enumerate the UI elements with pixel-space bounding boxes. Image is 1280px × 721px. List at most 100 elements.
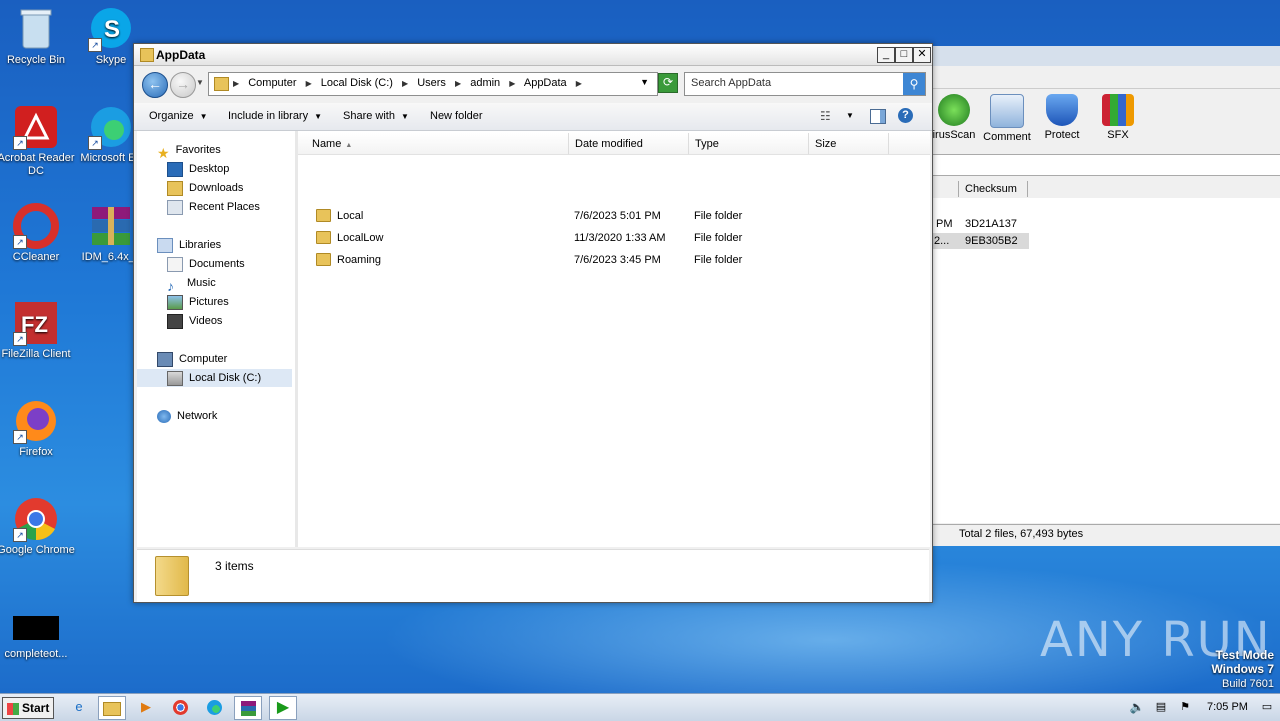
nav-item-pictures[interactable]: Pictures [167,293,229,311]
explorer-window[interactable]: AppData _ □ ✕ ← → ▼ ▶ Computer ▶ Local D… [133,43,933,603]
network-tray-icon[interactable]: ▤ [1148,696,1174,718]
nav-item-computer[interactable]: Computer [157,350,227,368]
desktop-icon-completeot[interactable]: completeot... [0,612,75,661]
folder-icon [316,230,331,244]
column-header-size[interactable]: Size [809,133,889,155]
ie-taskbar-icon[interactable]: e [66,696,92,718]
chevron-right-icon[interactable]: ▶ [402,79,408,88]
address-bar[interactable]: ▶ Computer ▶ Local Disk (C:) ▶ Users ▶ a… [208,72,658,96]
desktop-icon-ccleaner[interactable]: ↗ CCleaner [0,203,75,264]
volume-icon[interactable]: 🔈 [1124,696,1150,718]
back-button[interactable]: ← [142,72,168,98]
bg-row-partial: PM [936,218,953,230]
shortcut-arrow-icon: ↗ [88,38,102,52]
refresh-icon[interactable]: ⟳ [658,73,678,93]
address-dropdown-icon[interactable]: ▼ [640,77,649,87]
chevron-down-icon[interactable]: ▼ [846,111,854,120]
bg-address-bar[interactable] [926,154,1280,176]
bg-column-checksum[interactable]: Checksum [959,181,1028,197]
nav-item-network[interactable]: Network [157,407,217,425]
share-with-button[interactable]: Share with ▼ [343,110,409,122]
chevron-right-icon[interactable]: ▶ [233,79,239,88]
chevron-right-icon[interactable]: ▶ [455,79,461,88]
clock[interactable]: 7:05 PM [1207,701,1248,713]
breadcrumb-admin[interactable]: admin [470,77,500,89]
search-icon[interactable]: ⚲ [903,73,925,95]
search-input[interactable]: Search AppData [691,77,771,89]
firefox-icon: ↗ [13,398,59,444]
pictures-icon [167,294,183,310]
bg-toolbar: irusScan Comment Protect SFX [926,92,1280,148]
virusscan-button[interactable]: irusScan [924,92,984,141]
column-header-name[interactable]: Name ▲ [298,133,569,155]
folder-icon [316,208,331,222]
nav-item-recent-places[interactable]: Recent Places [167,198,260,216]
column-header-type[interactable]: Type [689,133,809,155]
forward-button[interactable]: → [170,72,196,98]
explorer-taskbar-icon[interactable] [98,696,126,720]
title-bar[interactable]: AppData _ □ ✕ [134,44,932,66]
shortcut-arrow-icon: ↗ [13,235,27,249]
chevron-right-icon[interactable]: ▶ [509,79,515,88]
table-row[interactable]: LocalLow 11/3/2020 1:33 AM File folder [298,228,918,248]
start-button[interactable]: Start [2,697,54,719]
bg-status-text: Total 2 files, 67,493 bytes [959,528,1084,540]
file-list: Name ▲ Date modified Type Size Local 7/6/… [298,131,930,547]
chrome-icon: ↗ [13,496,59,542]
minimize-button[interactable]: _ [877,47,895,63]
breadcrumb-local-disk[interactable]: Local Disk (C:) [321,77,393,89]
play-taskbar-icon[interactable]: ▶ [269,696,297,720]
breadcrumb-computer[interactable]: Computer [248,77,296,89]
nav-item-videos[interactable]: Videos [167,312,222,330]
bg-titlebar [926,46,1280,66]
file-type-cell: File folder [694,210,743,222]
test-mode-label: Test Mode [1215,648,1274,662]
sfx-button[interactable]: SFX [1088,92,1148,141]
desktop-icon-firefox[interactable]: ↗ Firefox [0,398,75,459]
background-archive-window[interactable]: irusScan Comment Protect SFX Checksum PM… [925,46,1280,546]
file-name-cell: Local [316,206,363,226]
breadcrumb-users[interactable]: Users [417,77,446,89]
nav-item-music[interactable]: ♪ Music [167,274,216,294]
new-folder-button[interactable]: New folder [430,110,483,122]
nav-item-desktop[interactable]: Desktop [167,160,229,178]
svg-text:S: S [104,16,120,43]
protect-button[interactable]: Protect [1032,92,1092,141]
desktop-icon-acrobat[interactable]: ↗ Acrobat Reader DC [0,104,75,178]
maximize-button[interactable]: □ [895,47,913,63]
desktop-icon-recycle-bin[interactable]: Recycle Bin [0,6,75,67]
recycle-bin-icon [13,6,59,52]
media-player-taskbar-icon[interactable]: ▶ [133,696,159,718]
search-box[interactable]: Search AppData ⚲ [684,72,926,96]
nav-item-favorites[interactable]: ★ Favorites [157,141,221,161]
winrar-taskbar-icon[interactable] [234,696,262,720]
bg-row-partial: 2... [934,235,950,247]
view-options-icon[interactable]: ☷ [820,109,836,123]
chrome-taskbar-icon[interactable] [167,696,193,718]
nav-item-libraries[interactable]: Libraries [157,236,221,254]
column-header-date[interactable]: Date modified [569,133,689,155]
organize-button[interactable]: Organize ▼ [149,110,208,122]
command-bar: Organize ▼ Include in library ▼ Share with… [134,103,932,131]
help-icon[interactable]: ? [898,108,913,123]
recent-pages-dropdown-icon[interactable]: ▼ [196,78,204,87]
nav-item-downloads[interactable]: Downloads [167,179,243,197]
nav-item-local-disk[interactable]: Local Disk (C:) [137,369,292,387]
desktop-icon-chrome[interactable]: ↗ Google Chrome [0,496,75,557]
shortcut-arrow-icon: ↗ [88,136,102,150]
preview-pane-icon[interactable] [870,109,886,124]
table-row[interactable]: Local 7/6/2023 5:01 PM File folder [298,206,918,226]
comment-button[interactable]: Comment [977,92,1037,143]
edge-taskbar-icon[interactable] [201,696,227,718]
show-desktop-icon[interactable]: ▭ [1254,696,1280,718]
nav-item-documents[interactable]: Documents [167,255,245,273]
close-button[interactable]: ✕ [913,47,931,63]
desktop-icon-filezilla[interactable]: FZ ↗ FileZilla Client [0,300,75,361]
windows-logo-icon [7,702,19,715]
include-in-library-button[interactable]: Include in library ▼ [228,110,322,122]
chevron-right-icon[interactable]: ▶ [576,79,582,88]
chevron-right-icon[interactable]: ▶ [306,79,312,88]
breadcrumb-appdata[interactable]: AppData [524,77,567,89]
table-row[interactable]: Roaming 7/6/2023 3:45 PM File folder [298,250,918,270]
action-center-flag-icon[interactable]: ⚑ [1172,696,1198,718]
